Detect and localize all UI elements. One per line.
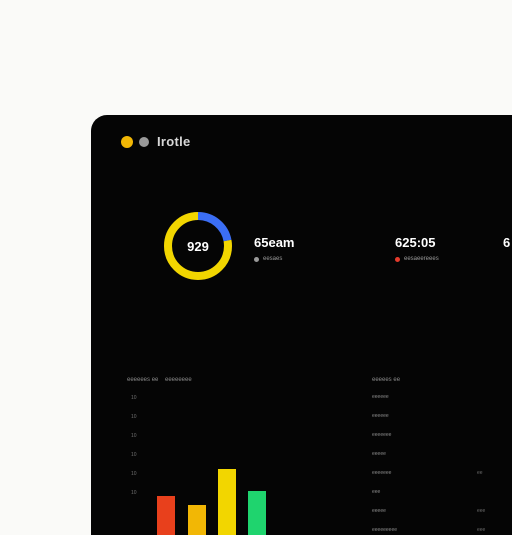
chart-bar[interactable]	[218, 469, 236, 535]
right-panel-heading: eeeees ee	[372, 377, 400, 383]
stat-2-dot-icon	[395, 257, 400, 262]
list-item: eeeeeeeee	[372, 527, 397, 533]
window-control-yellow[interactable]	[121, 136, 133, 148]
window-control-grey[interactable]	[139, 137, 149, 147]
list-item: eeeeeee	[372, 470, 391, 476]
list-item-value: ee	[477, 470, 483, 476]
y-tick-label: 10	[131, 490, 137, 496]
list-item: eeeee	[372, 451, 386, 457]
app-title: Irotle	[157, 134, 191, 149]
stat-1-value: 65eam	[254, 235, 294, 250]
stat-3: 6	[503, 235, 510, 250]
left-panel-heading-1: eeeeees ee	[127, 377, 158, 383]
chart-bar[interactable]	[188, 505, 206, 535]
stat-2: 625:05 eesaeereees	[395, 235, 439, 262]
y-tick-label: 10	[131, 414, 137, 420]
left-panel-heading-2: eeeeeeee	[165, 377, 192, 383]
y-tick-label: 10	[131, 395, 137, 401]
app-window: Irotle 929 65eam eesaes 625:05 eesaeeree…	[91, 115, 512, 535]
stat-3-value: 6	[503, 235, 510, 250]
list-item: eeeeeee	[372, 432, 391, 438]
donut-chart: 929	[161, 209, 235, 283]
y-tick-label: 10	[131, 452, 137, 458]
y-tick-label: 10	[131, 433, 137, 439]
chart-bar[interactable]	[157, 496, 175, 535]
title-bar: Irotle	[121, 134, 191, 149]
stat-1-dot-icon	[254, 257, 259, 262]
list-item: eeeeee	[372, 413, 389, 419]
y-tick-label: 10	[131, 471, 137, 477]
stat-1-label: eesaes	[263, 256, 282, 262]
stat-1-sub: eesaes	[254, 256, 294, 262]
list-item: eeeeee	[372, 394, 389, 400]
stat-2-label: eesaeereees	[404, 256, 439, 262]
stat-1: 65eam eesaes	[254, 235, 294, 262]
donut-center-label: 929	[161, 209, 235, 283]
list-item: eeeee	[372, 508, 386, 514]
list-item-value: eee	[477, 527, 485, 533]
stat-2-value: 625:05	[395, 235, 439, 250]
list-item: eee	[372, 489, 380, 495]
stat-2-sub: eesaeereees	[395, 256, 439, 262]
list-item-value: eee	[477, 508, 485, 514]
chart-bar[interactable]	[248, 491, 266, 535]
